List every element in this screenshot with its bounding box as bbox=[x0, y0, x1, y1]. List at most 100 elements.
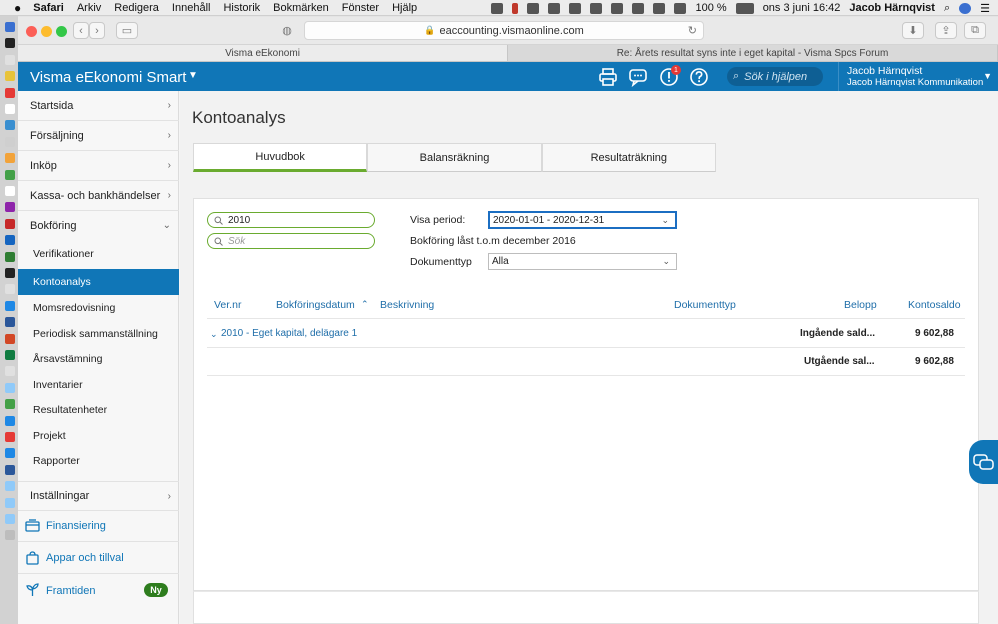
chevron-down-icon[interactable]: ▼ bbox=[188, 70, 198, 81]
tray-icon[interactable] bbox=[491, 2, 504, 14]
forward-button[interactable]: › bbox=[89, 22, 105, 39]
sidebar-item-forsaljning[interactable]: Försäljning › bbox=[18, 121, 179, 151]
promo-framtiden[interactable]: Framtiden Ny bbox=[18, 575, 179, 606]
tray-icon-3[interactable] bbox=[569, 2, 582, 14]
menu-arkiv[interactable]: Arkiv bbox=[77, 2, 101, 14]
dock-app-icon[interactable] bbox=[5, 497, 15, 508]
sidebar-item-kassa-bank[interactable]: Kassa- och bankhändelser › bbox=[18, 181, 179, 211]
pause-icon[interactable] bbox=[512, 2, 519, 14]
sidebar-item-inkop[interactable]: Inköp › bbox=[18, 151, 179, 181]
current-user[interactable]: Jacob Härnqvist bbox=[849, 2, 935, 14]
sidebar-item-bokforing[interactable]: Bokföring ⌄ bbox=[18, 211, 179, 241]
clock[interactable]: ons 3 juni 16:42 bbox=[763, 2, 841, 14]
close-window-button[interactable] bbox=[26, 26, 37, 37]
sidebar-subitem-kontoanalys[interactable]: Kontoanalys bbox=[18, 269, 179, 295]
dock-app-icon[interactable] bbox=[5, 300, 15, 311]
reload-icon[interactable]: ↻ bbox=[688, 24, 697, 37]
dock-app-icon[interactable] bbox=[5, 218, 15, 229]
dock-app-icon[interactable] bbox=[5, 382, 15, 393]
dock-app-icon[interactable] bbox=[5, 366, 15, 377]
tab-balansrakning[interactable]: Balansräkning bbox=[367, 143, 542, 172]
dock-app-icon[interactable] bbox=[5, 38, 15, 49]
menu-hjalp[interactable]: Hjälp bbox=[392, 2, 417, 14]
notification-center-icon[interactable]: ☰ bbox=[980, 2, 990, 15]
dock-app-icon[interactable] bbox=[5, 333, 15, 344]
chat-icon[interactable] bbox=[628, 67, 648, 87]
column-header-vernr[interactable]: Ver.nr bbox=[214, 299, 241, 311]
airplay-icon[interactable] bbox=[611, 2, 624, 14]
column-header-bokforingsdatum[interactable]: Bokföringsdatum bbox=[276, 299, 355, 311]
address-bar[interactable]: 🔒 eaccounting.vismaonline.com ↻ bbox=[304, 21, 704, 40]
menu-redigera[interactable]: Redigera bbox=[114, 2, 159, 14]
brand-title[interactable]: Visma eEkonomi Smart bbox=[30, 69, 186, 86]
sidebar-subitem-momsredovisning[interactable]: Momsredovisning bbox=[18, 295, 179, 321]
menu-bokmarken[interactable]: Bokmärken bbox=[273, 2, 329, 14]
siri-icon[interactable] bbox=[959, 2, 972, 14]
bluetooth-icon[interactable] bbox=[653, 2, 666, 14]
sidebar-subitem-inventarier[interactable]: Inventarier bbox=[18, 372, 179, 398]
share-button[interactable]: ⇪ bbox=[935, 22, 957, 39]
menu-safari[interactable]: Safari bbox=[33, 2, 64, 14]
period-select[interactable]: 2020-01-01 - 2020-12-31 ⌄ bbox=[488, 211, 677, 229]
dock-app-icon[interactable] bbox=[5, 432, 15, 442]
chevron-down-icon[interactable]: ⌄ bbox=[210, 329, 218, 340]
dock-app-icon[interactable] bbox=[5, 514, 15, 524]
dock-app-icon[interactable] bbox=[5, 235, 15, 246]
battery-icon[interactable] bbox=[735, 2, 754, 14]
dock-app-icon[interactable] bbox=[5, 22, 15, 32]
browser-tab-forum[interactable]: Re: Årets resultat syns inte i eget kapi… bbox=[508, 45, 998, 61]
downloads-button[interactable]: ⬇ bbox=[902, 22, 924, 39]
browser-tab-visma[interactable]: Visma eEkonomi bbox=[18, 45, 508, 61]
dock-app-icon[interactable] bbox=[5, 251, 15, 262]
chat-support-button[interactable] bbox=[969, 440, 998, 484]
dock-app-icon[interactable] bbox=[5, 284, 15, 295]
dock-app-icon[interactable] bbox=[5, 530, 15, 541]
sidebar-item-startsida[interactable]: Startsida › bbox=[18, 91, 179, 121]
sidebar-subitem-periodisk[interactable]: Periodisk sammanställning bbox=[18, 321, 179, 347]
sidebar-subitem-projekt[interactable]: Projekt bbox=[18, 423, 179, 449]
column-header-kontosaldo[interactable]: Kontosaldo bbox=[908, 299, 961, 311]
print-icon[interactable] bbox=[598, 67, 618, 87]
tray-icon-2[interactable] bbox=[548, 2, 561, 14]
time-machine-icon[interactable] bbox=[632, 2, 645, 14]
wifi-icon[interactable] bbox=[674, 2, 687, 14]
tab-resultatrakning[interactable]: Resultaträkning bbox=[541, 143, 716, 172]
menu-innehall[interactable]: Innehåll bbox=[172, 2, 211, 14]
dock-app-icon[interactable] bbox=[5, 202, 15, 213]
dock-app-icon[interactable] bbox=[5, 136, 15, 147]
help-icon[interactable] bbox=[689, 67, 709, 87]
dock-app-icon[interactable] bbox=[5, 399, 15, 410]
dock-app-icon[interactable] bbox=[5, 268, 15, 278]
tab-huvudbok[interactable]: Huvudbok bbox=[193, 143, 368, 172]
dock-app-icon[interactable] bbox=[5, 317, 15, 328]
dock-app-icon[interactable] bbox=[5, 71, 15, 82]
sidebar-subitem-verifikationer[interactable]: Verifikationer bbox=[18, 241, 179, 267]
sidebar-item-installningar[interactable]: Inställningar › bbox=[18, 481, 179, 511]
tabs-overview-button[interactable]: ⧉ bbox=[964, 22, 986, 39]
dock-app-icon[interactable] bbox=[5, 415, 15, 426]
dock-app-icon[interactable] bbox=[5, 153, 15, 164]
column-header-beskrivning[interactable]: Beskrivning bbox=[380, 299, 434, 311]
promo-appar-tillval[interactable]: Appar och tillval bbox=[18, 543, 179, 574]
promo-finansiering[interactable]: Finansiering bbox=[18, 511, 179, 542]
apple-menu-icon[interactable]: ● bbox=[14, 1, 21, 15]
sidebar-subitem-rapporter[interactable]: Rapporter bbox=[18, 448, 179, 474]
menu-fonster[interactable]: Fönster bbox=[342, 2, 379, 14]
dock-app-icon[interactable] bbox=[5, 448, 15, 459]
dock-app-icon[interactable] bbox=[5, 104, 15, 114]
account-group-title[interactable]: 2010 - Eget kapital, delägare 1 bbox=[221, 328, 357, 339]
sidebar-subitem-arsavstamning[interactable]: Årsavstämning bbox=[18, 346, 179, 372]
dock-app-icon[interactable] bbox=[5, 54, 15, 65]
dock-app-icon[interactable] bbox=[5, 186, 15, 196]
sidebar-toggle-button[interactable]: ▭ bbox=[116, 22, 138, 39]
sidebar-subitem-resultatenheter[interactable]: Resultatenheter bbox=[18, 397, 179, 423]
dock-app-icon[interactable] bbox=[5, 87, 15, 98]
search-input[interactable]: Sök bbox=[207, 233, 375, 249]
user-menu[interactable]: Jacob Härnqvist Jacob Härnqvist Kommunik… bbox=[838, 62, 998, 91]
column-header-belopp[interactable]: Belopp bbox=[844, 299, 877, 311]
sort-ascending-icon[interactable]: ⌃ bbox=[361, 299, 369, 310]
help-search-input[interactable]: ⌕ Sök i hjälpen bbox=[727, 67, 823, 86]
zoom-window-button[interactable] bbox=[56, 26, 67, 37]
spotlight-icon[interactable]: ⌕ bbox=[944, 2, 950, 15]
tray-icon-4[interactable] bbox=[590, 2, 603, 14]
